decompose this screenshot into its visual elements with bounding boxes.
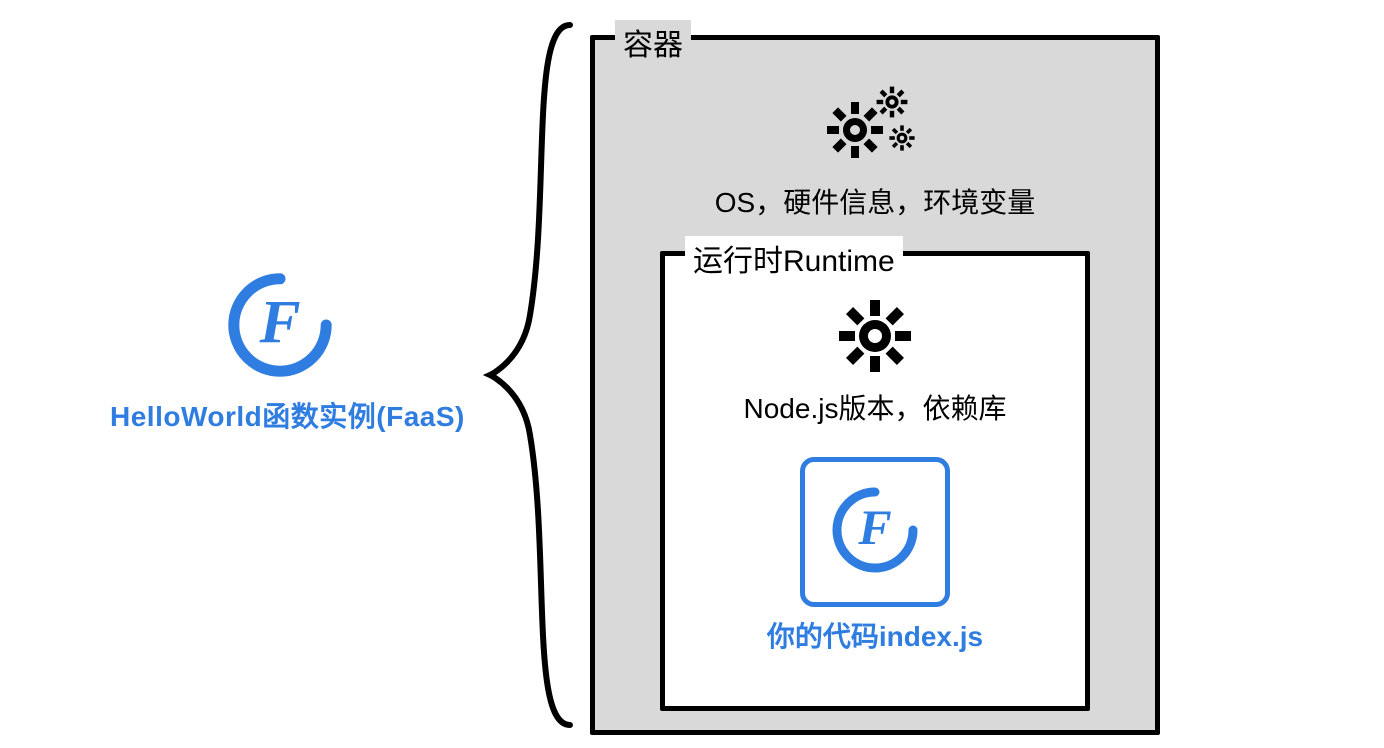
faas-instance-block: F HelloWorld函数实例(FaaS) <box>110 270 450 435</box>
brace-icon <box>475 15 595 735</box>
diagram-stage: F HelloWorld函数实例(FaaS) 容器 <box>0 0 1384 748</box>
container-box: 容器 <box>590 35 1160 735</box>
svg-text:F: F <box>857 499 891 555</box>
code-card: F <box>800 457 950 607</box>
faas-instance-title: HelloWorld函数实例(FaaS) <box>110 395 450 435</box>
runtime-legend: 运行时Runtime <box>685 236 903 280</box>
runtime-info-text: Node.js版本，依赖库 <box>665 387 1085 427</box>
faas-logo-small-icon: F <box>825 480 925 585</box>
code-label: 你的代码index.js <box>665 615 1085 655</box>
faas-logo-icon: F <box>225 270 335 385</box>
container-info-text: OS，硬件信息，环境变量 <box>595 181 1155 221</box>
container-inner: OS，硬件信息，环境变量 运行时Runtime Node.js版本，依赖库 <box>595 40 1155 730</box>
svg-text:F: F <box>258 289 300 357</box>
runtime-box: 运行时Runtime Node.js版本，依赖库 <box>660 251 1090 711</box>
gears-icon <box>595 80 1155 175</box>
gear-icon <box>665 296 1085 381</box>
runtime-inner: Node.js版本，依赖库 F 你的代码index.js <box>665 256 1085 655</box>
